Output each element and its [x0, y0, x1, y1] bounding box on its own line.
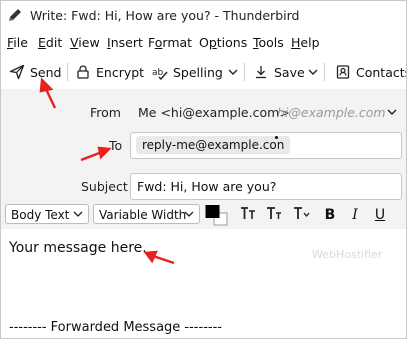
spelling-icon: ab — [152, 68, 168, 80]
to-label[interactable]: To — [109, 138, 122, 153]
subject-value: Fwd: Hi, How are you? — [137, 179, 277, 194]
menu-edit[interactable]: Edit — [38, 35, 62, 50]
save-dropdown-chevron-icon[interactable] — [306, 65, 320, 79]
encrypt-label: Encrypt — [96, 64, 145, 80]
pencil-icon — [7, 7, 23, 23]
toolbar-separator — [324, 63, 325, 81]
text-style-button[interactable] — [291, 205, 313, 225]
watermark: WebHostifier — [312, 248, 383, 261]
font-select[interactable]: Variable Width — [93, 204, 200, 224]
spelling-label: Spelling — [173, 64, 223, 80]
title-bar: Write: Fwd: Hi, How are you? - Thunderbi… — [1, 1, 406, 31]
download-icon — [256, 66, 266, 79]
font-value: Variable Width — [99, 208, 187, 222]
text-cursor — [275, 136, 278, 139]
underline-button[interactable]: U — [371, 205, 389, 225]
save-button[interactable]: Save — [253, 59, 305, 85]
window-title: Write: Fwd: Hi, How are you? - Thunderbi… — [30, 8, 300, 23]
menu-tools[interactable]: Tools — [253, 35, 284, 50]
font-size-decrease-icon — [241, 207, 255, 219]
save-label: Save — [274, 64, 305, 80]
menu-bar: File Edit View Insert Format Options Too… — [1, 32, 406, 54]
send-button[interactable]: Send — [9, 59, 61, 85]
menu-insert[interactable]: Insert — [107, 35, 143, 50]
chevron-down-icon — [73, 211, 83, 217]
encrypt-button[interactable]: Encrypt — [75, 59, 144, 85]
subject-label: Subject — [81, 179, 128, 194]
from-address-hint: hi@example.com — [277, 105, 386, 120]
forwarded-separator: -------- Forwarded Message -------- — [9, 320, 222, 335]
from-label: From — [90, 105, 121, 120]
contacts-label: Contacts — [356, 64, 407, 80]
contacts-button[interactable]: Contacts — [335, 59, 407, 85]
toolbar-separator — [244, 63, 245, 81]
menu-view[interactable]: View — [70, 35, 100, 50]
to-field[interactable]: reply-me@example.con — [130, 132, 402, 159]
menu-options[interactable]: Options — [199, 35, 247, 50]
message-headers: From Me <hi@example.com> hi@example.com … — [1, 89, 406, 202]
message-text[interactable]: Your message here. — [9, 240, 147, 256]
svg-text:ab: ab — [152, 68, 164, 78]
paragraph-format-value: Body Text — [11, 208, 70, 222]
from-dropdown-chevron-icon[interactable] — [385, 105, 399, 119]
compose-window: Write: Fwd: Hi, How are you? - Thunderbi… — [0, 0, 407, 339]
from-identity[interactable]: Me <hi@example.com> — [138, 105, 290, 120]
send-label: Send — [30, 64, 62, 80]
bold-button[interactable]: B — [321, 205, 339, 225]
menu-file[interactable]: File — [7, 35, 28, 50]
paragraph-format-select[interactable]: Body Text — [5, 204, 89, 224]
recipient-pill[interactable]: reply-me@example.con — [136, 136, 291, 154]
subject-field[interactable]: Fwd: Hi, How are you? — [130, 173, 402, 200]
spelling-button[interactable]: ab Spelling — [152, 59, 223, 85]
smaller-text-button[interactable] — [238, 205, 260, 225]
format-toolbar: Body Text Variable Width B I U — [1, 201, 406, 229]
italic-button[interactable]: I — [346, 205, 364, 225]
message-body[interactable]: Your message here. WebHostifier --------… — [1, 230, 406, 338]
menu-format[interactable]: Format — [148, 35, 192, 50]
text-color-picker-icon[interactable] — [205, 204, 229, 226]
spelling-dropdown-chevron-icon[interactable] — [226, 65, 240, 79]
send-icon — [9, 64, 25, 80]
larger-text-button[interactable] — [264, 205, 286, 225]
compose-toolbar: Send Encrypt ab Spelling Save Contacts — [1, 55, 406, 89]
toolbar-separator — [67, 63, 68, 81]
chevron-down-icon — [184, 211, 194, 217]
lock-icon — [77, 65, 89, 79]
address-book-icon — [336, 65, 350, 79]
text-style-icon — [294, 207, 310, 219]
font-size-increase-icon — [267, 207, 281, 219]
menu-help[interactable]: Help — [291, 35, 320, 50]
